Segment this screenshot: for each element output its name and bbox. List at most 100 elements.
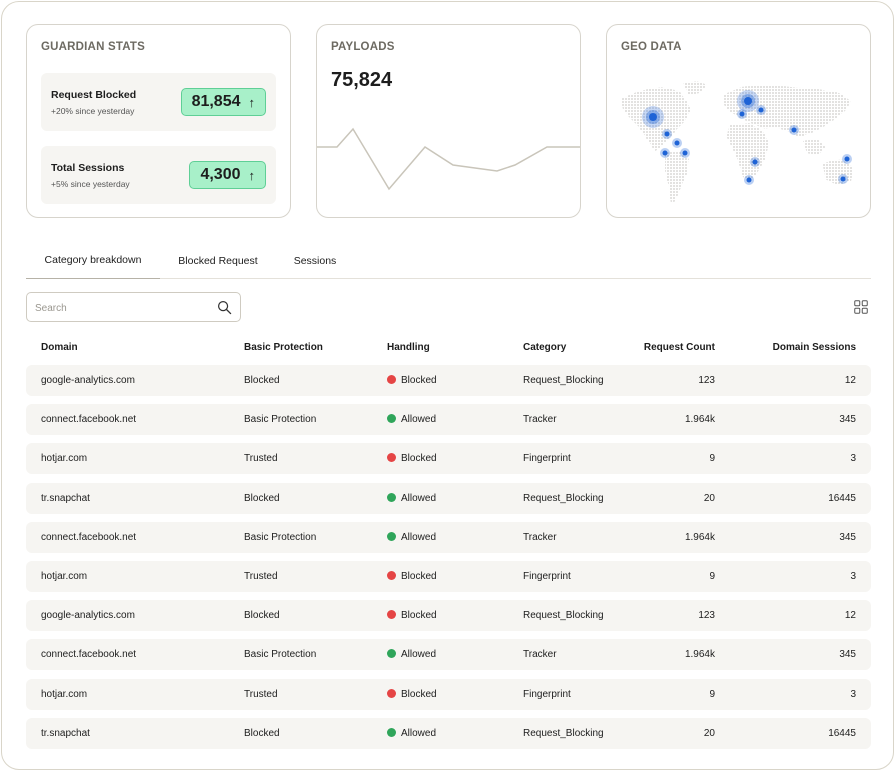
- cell-domain: connect.facebook.net: [41, 414, 137, 426]
- cell-request-count: 1.964k: [684, 414, 715, 426]
- column-header-request-count[interactable]: Request Count: [644, 342, 715, 353]
- table-row[interactable]: hotjar.com Trusted Blocked Fingerprint 9 3: [26, 443, 871, 475]
- table-row[interactable]: hotjar.com Trusted Blocked Fingerprint 9 3: [26, 678, 871, 710]
- geo-marker: [649, 113, 657, 121]
- search-input[interactable]: [35, 300, 205, 316]
- cell-domain: google-analytics.com: [41, 375, 135, 386]
- sparkline-path: [317, 127, 580, 191]
- cell-domain-sessions: 345: [839, 414, 856, 426]
- table-row[interactable]: google-analytics.com Blocked Blocked Reques…: [26, 600, 871, 632]
- handling-label: Allowed: [401, 492, 437, 504]
- payloads-card: PAYLOADS 75,824: [316, 24, 581, 218]
- geo-marker: [674, 140, 680, 146]
- cell-handling: Allowed: [387, 414, 436, 425]
- continent-south-america: [665, 151, 689, 203]
- table-row[interactable]: tr.snapchat Blocked Allowed Request_Blockin…: [26, 482, 871, 514]
- geo-data-card: GEO DATA: [606, 24, 871, 218]
- geo-marker: [746, 177, 752, 183]
- status-blocked-icon: [387, 610, 396, 620]
- cell-category: Fingerprint: [523, 571, 571, 582]
- cell-request-count: 123: [698, 375, 715, 386]
- search-icon[interactable]: [217, 300, 232, 315]
- guardian-stats-card: GUARDIAN STATS Request Blocked +20% sinc…: [26, 24, 291, 218]
- cell-category: Request_Blocking: [523, 610, 604, 622]
- cell-domain: tr.snapchat: [41, 727, 90, 739]
- stat-value-pill: 4,300 ↑: [189, 161, 266, 189]
- cell-handling: Blocked: [387, 610, 437, 621]
- cell-basic-protection: Trusted: [244, 571, 278, 582]
- cell-domain-sessions: 3: [850, 453, 856, 465]
- cell-category: Request_Blocking: [523, 727, 604, 739]
- cell-handling: Blocked: [387, 571, 437, 582]
- column-header-domain[interactable]: Domain: [41, 342, 78, 353]
- stat-value: 4,300: [200, 166, 241, 183]
- geo-marker: [844, 156, 850, 162]
- column-header-handling[interactable]: Handling: [387, 342, 430, 353]
- cell-basic-protection: Blocked: [244, 492, 280, 504]
- cell-category: Fingerprint: [523, 688, 571, 700]
- cell-basic-protection: Basic Protection: [244, 414, 317, 426]
- total-sessions-stat: Total Sessions +5% since yesterday 4,300…: [41, 146, 276, 204]
- geo-data-title: GEO DATA: [621, 41, 682, 53]
- geo-marker: [840, 176, 846, 182]
- continent-se-asia: [803, 139, 825, 155]
- cell-handling: Blocked: [387, 453, 437, 464]
- cell-domain-sessions: 345: [839, 649, 856, 661]
- cell-domain-sessions: 3: [850, 571, 856, 582]
- cell-handling: Blocked: [387, 375, 437, 386]
- cell-category: Tracker: [523, 414, 557, 426]
- cell-request-count: 9: [709, 688, 715, 700]
- table-row[interactable]: connect.facebook.net Basic Protection Allo…: [26, 521, 871, 553]
- cell-domain: hotjar.com: [41, 571, 88, 582]
- table-row[interactable]: connect.facebook.net Basic Protection Allo…: [26, 639, 871, 671]
- cell-request-count: 1.964k: [684, 531, 715, 543]
- handling-label: Allowed: [401, 649, 437, 661]
- cell-basic-protection: Trusted: [244, 688, 278, 700]
- handling-label: Blocked: [401, 688, 437, 700]
- handling-label: Allowed: [401, 727, 437, 739]
- tab-category-breakdown[interactable]: Category breakdown: [26, 242, 160, 279]
- request-blocked-stat: Request Blocked +20% since yesterday 81,…: [41, 73, 276, 131]
- cell-handling: Allowed: [387, 492, 437, 504]
- cell-basic-protection: Basic Protection: [244, 649, 317, 661]
- geo-marker: [664, 131, 670, 137]
- stat-label: Total Sessions: [51, 162, 125, 174]
- continent-greenland: [683, 81, 707, 95]
- cell-handling: Allowed: [387, 649, 436, 660]
- cell-basic-protection: Blocked: [244, 375, 280, 386]
- status-allowed-icon: [387, 414, 396, 424]
- column-header-category[interactable]: Category: [523, 342, 566, 353]
- handling-label: Allowed: [401, 531, 437, 543]
- handling-label: Blocked: [401, 610, 437, 622]
- tab-sessions[interactable]: Sessions: [280, 242, 350, 279]
- cell-domain-sessions: 12: [844, 610, 856, 622]
- stat-label: Request Blocked: [51, 89, 137, 101]
- column-header-basic-protection[interactable]: Basic Protection: [244, 342, 323, 353]
- status-allowed-icon: [387, 531, 396, 541]
- continent-africa: [727, 123, 769, 181]
- table-row[interactable]: connect.facebook.net Basic Protection Allo…: [26, 404, 871, 436]
- payloads-title: PAYLOADS: [331, 41, 395, 53]
- column-header-domain-sessions[interactable]: Domain Sessions: [773, 342, 856, 353]
- payloads-value: 75,824: [331, 69, 393, 91]
- geo-marker: [662, 150, 668, 156]
- status-blocked-icon: [387, 453, 396, 463]
- guardian-stats-title: GUARDIAN STATS: [41, 41, 145, 53]
- table-row[interactable]: tr.snapchat Blocked Allowed Request_Blockin…: [26, 717, 871, 749]
- status-blocked-icon: [387, 688, 396, 698]
- table-row[interactable]: hotjar.com Trusted Blocked Fingerprint 9 3: [26, 561, 871, 592]
- cell-request-count: 20: [703, 492, 715, 504]
- cell-domain-sessions: 12: [844, 375, 856, 386]
- stat-change: +20% since yesterday: [51, 106, 135, 116]
- table-row[interactable]: google-analytics.com Blocked Blocked Reques…: [26, 365, 871, 396]
- arrow-up-icon: ↑: [248, 94, 256, 110]
- cell-basic-protection: Blocked: [244, 727, 280, 739]
- cell-domain: hotjar.com: [41, 688, 88, 700]
- geo-marker: [758, 107, 764, 113]
- stat-value-pill: 81,854 ↑: [180, 88, 266, 116]
- cell-request-count: 1.964k: [684, 649, 715, 661]
- geo-marker: [739, 111, 745, 117]
- tab-blocked-request[interactable]: Blocked Request: [168, 242, 268, 279]
- cell-request-count: 20: [703, 727, 715, 739]
- grid-view-icon[interactable]: [854, 300, 868, 314]
